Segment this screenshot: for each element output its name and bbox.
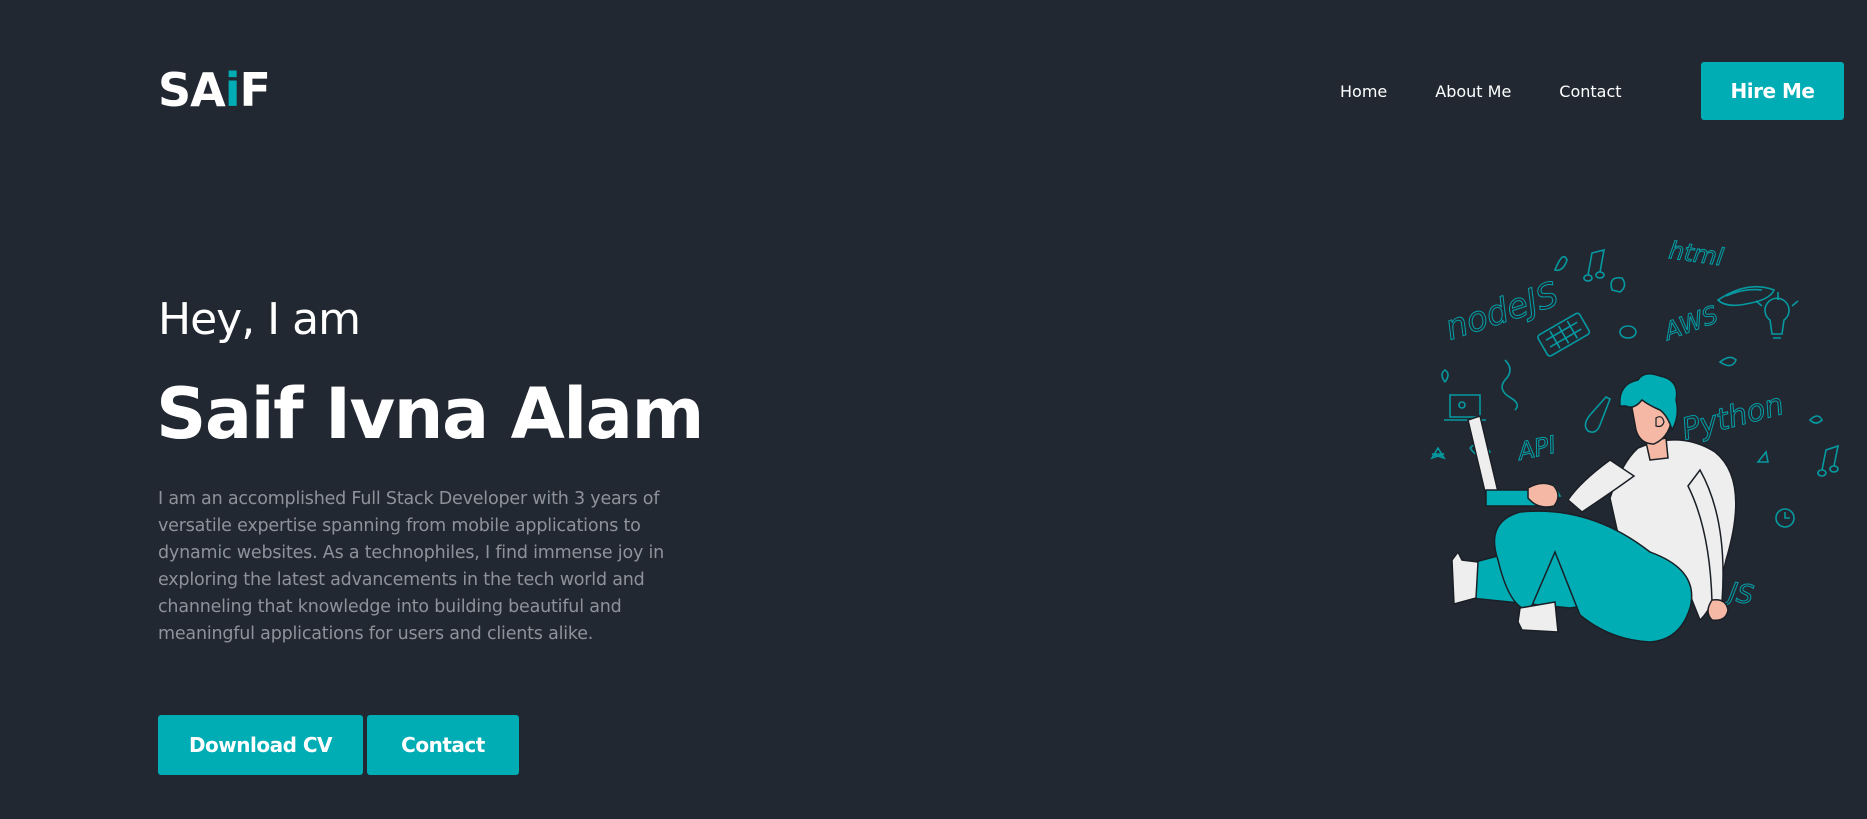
chip-icon: [1610, 276, 1626, 293]
leaf-icon: [1553, 255, 1568, 272]
download-cv-button[interactable]: Download CV: [158, 715, 363, 775]
site-logo[interactable]: SAiF: [158, 62, 271, 118]
contact-button[interactable]: Contact: [367, 715, 519, 775]
nav-about-link[interactable]: About Me: [1435, 82, 1511, 101]
logo-suffix: F: [239, 63, 271, 117]
ear: [1655, 416, 1665, 428]
doodle-word: nodeJS: [1440, 275, 1563, 349]
logo-accent-letter: i: [224, 63, 241, 117]
hero-bio: I am an accomplished Full Stack Develope…: [158, 489, 665, 644]
heart-icon: [1441, 369, 1449, 383]
laptop-screen: [1467, 415, 1499, 497]
hire-me-button[interactable]: Hire Me: [1701, 62, 1844, 120]
nav-home-link[interactable]: Home: [1340, 82, 1387, 101]
doodle-word: Python: [1678, 387, 1788, 448]
squiggle-icon: [1501, 359, 1519, 411]
guitar-icon: [1584, 396, 1612, 433]
hotdog-icon: [1716, 285, 1776, 307]
music-note-icon: [1817, 444, 1840, 477]
left-shoe: [1451, 550, 1479, 605]
doodle-word: API: [1513, 431, 1558, 467]
arrow-icon: [1756, 450, 1769, 463]
leaf-icon: [1808, 415, 1823, 424]
doodle-word: AWS: [1659, 301, 1722, 347]
nav-contact-link[interactable]: Contact: [1559, 82, 1621, 101]
lightbulb-icon: [1764, 297, 1790, 339]
main-nav: Home About Me Contact: [1340, 62, 1622, 120]
right-hand: [1707, 598, 1729, 622]
hero-greeting: Hey, I am: [158, 294, 361, 345]
hero-name: Saif Ivna Alam: [156, 373, 704, 455]
rocket-icon: [1718, 356, 1737, 367]
page: SAiF Home About Me Contact Hire Me Hey, …: [0, 0, 1867, 819]
developer-illustration: nodeJS html AWS Python API JS ang: [1430, 236, 1840, 643]
doodle-word: html: [1667, 236, 1725, 271]
bug-icon: [1619, 325, 1637, 339]
clock-hands: [1784, 512, 1790, 519]
logo-prefix: SA: [158, 63, 226, 117]
keyboard-icon: [1537, 312, 1591, 357]
star-icon: [1430, 446, 1446, 460]
music-note-icon: [1583, 248, 1606, 282]
